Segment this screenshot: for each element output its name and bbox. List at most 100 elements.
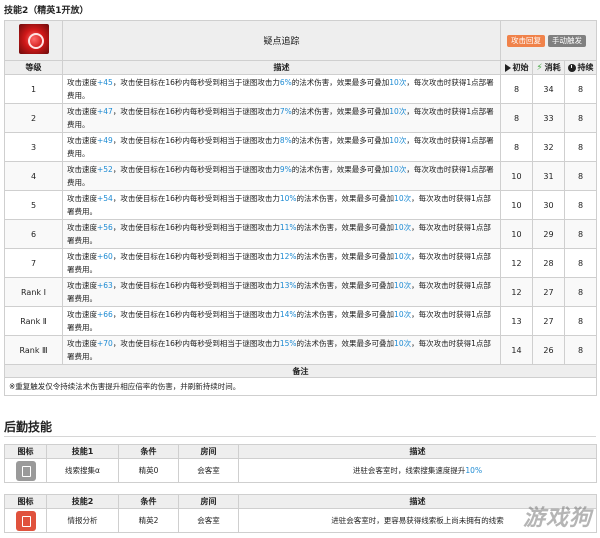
init-cell: 12: [500, 277, 533, 307]
note-header-row: 备注: [3, 364, 598, 378]
base-skill-table-1: 图标 技能1 条件 房间 描述 线索搜集α 精英0 会客室 进驻会客室时，线索搜…: [4, 444, 597, 483]
header-room: 房间: [178, 494, 239, 509]
init-cell: 8: [500, 103, 533, 133]
note-row: ※重复触发仅令持续法术伤害提升相应倍率的伤害，并刷新持续时间。: [3, 377, 598, 396]
intel-analysis-icon: [15, 510, 36, 531]
table-row: 4 攻击速度+52，攻击使目标在16秒内每秒受到相当于谜图攻击力9%的法术伤害，效…: [4, 161, 598, 191]
lightning-icon: ⚡: [536, 62, 543, 73]
table-row: Rank Ⅱ 攻击速度+66，攻击使目标在16秒内每秒受到相当于谜图攻击力14%的…: [4, 306, 598, 336]
skill-name: 疑点追踪: [62, 20, 501, 61]
crimson-seal-icon: [18, 24, 49, 54]
level-cell: 1: [4, 74, 63, 104]
header-desc: 描述: [238, 444, 597, 459]
header-cost: ⚡ 消耗: [532, 60, 565, 75]
table-row: 1 攻击速度+45，攻击使目标在16秒内每秒受到相当于谜图攻击力6%的法术伤害，效…: [4, 74, 598, 104]
header-skill: 技能1: [46, 444, 119, 459]
cost-cell: 32: [532, 132, 565, 162]
cost-cell: 33: [532, 103, 565, 133]
base-icon-cell: [4, 508, 47, 533]
init-cell: 10: [500, 161, 533, 191]
cost-cell: 31: [532, 161, 565, 191]
table-row: 线索搜集α 精英0 会客室 进驻会客室时，线索搜集速度提升10%: [4, 458, 597, 483]
header-icon: 图标: [4, 444, 47, 459]
base-skill-table-2: 图标 技能2 条件 房间 描述 情报分析 精英2 会客室 进驻会客室时，更容易获…: [4, 494, 597, 533]
table-row: 6 攻击速度+56，攻击使目标在16秒内每秒受到相当于谜图攻击力11%的法术伤害，…: [4, 219, 598, 249]
base-skill-cond: 精英2: [118, 508, 179, 533]
init-cell: 10: [500, 219, 533, 249]
note-text: ※重复触发仅令持续法术伤害提升相应倍率的伤害，并刷新持续时间。: [3, 377, 598, 396]
skill-badges: 攻击回复 手动触发: [499, 20, 598, 61]
base-skills-title: 后勤技能: [4, 420, 53, 434]
header-desc: 描述: [238, 494, 597, 509]
duration-cell: 8: [563, 103, 598, 133]
table-row: 2 攻击速度+47，攻击使目标在16秒内每秒受到相当于谜图攻击力7%的法术伤害，效…: [4, 103, 598, 133]
level-desc: 攻击速度+70，攻击使目标在16秒内每秒受到相当于谜图攻击力15%的法术伤害，效…: [62, 335, 501, 365]
skill-name-row: 疑点追踪 攻击回复 手动触发: [4, 20, 598, 61]
level-desc: 攻击速度+60，攻击使目标在16秒内每秒受到相当于谜图攻击力12%的法术伤害，效…: [62, 248, 501, 278]
cost-cell: 28: [532, 248, 565, 278]
level-cell: 2: [4, 103, 63, 133]
clue-search-icon: [15, 460, 36, 481]
duration-cell: 8: [563, 306, 598, 336]
level-cell: 5: [4, 190, 63, 220]
cost-cell: 29: [532, 219, 565, 249]
level-desc: 攻击速度+54，攻击使目标在16秒内每秒受到相当于谜图攻击力10%的法术伤害，效…: [62, 190, 501, 220]
header-cond: 条件: [118, 494, 179, 509]
skill-icon-cell: [4, 20, 63, 61]
level-cell: 7: [4, 248, 63, 278]
base-skill-room: 会客室: [178, 508, 239, 533]
level-desc: 攻击速度+47，攻击使目标在16秒内每秒受到相当于谜图攻击力7%的法术伤害，效果…: [62, 103, 501, 133]
clock-icon: [567, 63, 576, 72]
header-room: 房间: [178, 444, 239, 459]
header-skill: 技能2: [46, 494, 119, 509]
skill-table: 疑点追踪 攻击回复 手动触发 等级 描述 初始 ⚡ 消耗 持续 1 攻击速度+45，攻…: [3, 20, 598, 396]
duration-cell: 8: [563, 335, 598, 365]
header-init: 初始: [500, 60, 533, 75]
table-row: 5 攻击速度+54，攻击使目标在16秒内每秒受到相当于谜图攻击力10%的法术伤害，…: [4, 190, 598, 220]
level-cell: Rank Ⅱ: [4, 306, 63, 336]
init-cell: 14: [500, 335, 533, 365]
base-skill-name: 线索搜集α: [46, 458, 119, 483]
header-desc: 描述: [62, 60, 501, 75]
table-row: Rank Ⅰ 攻击速度+63，攻击使目标在16秒内每秒受到相当于谜图攻击力13%的…: [4, 277, 598, 307]
level-desc: 攻击速度+56，攻击使目标在16秒内每秒受到相当于谜图攻击力11%的法术伤害，效…: [62, 219, 501, 249]
level-desc: 攻击速度+52，攻击使目标在16秒内每秒受到相当于谜图攻击力9%的法术伤害，效果…: [62, 161, 501, 191]
base-icon-cell: [4, 458, 47, 483]
duration-cell: 8: [563, 248, 598, 278]
base-header-row: 图标 技能1 条件 房间 描述: [4, 444, 597, 459]
duration-cell: 8: [563, 161, 598, 191]
init-cell: 13: [500, 306, 533, 336]
cost-cell: 34: [532, 74, 565, 104]
header-icon: 图标: [4, 494, 47, 509]
init-cell: 12: [500, 248, 533, 278]
duration-cell: 8: [563, 74, 598, 104]
duration-cell: 8: [563, 219, 598, 249]
play-icon: [504, 63, 511, 72]
table-row: 3 攻击速度+49，攻击使目标在16秒内每秒受到相当于谜图攻击力8%的法术伤害，效…: [4, 132, 598, 162]
level-desc: 攻击速度+66，攻击使目标在16秒内每秒受到相当于谜图攻击力14%的法术伤害，效…: [62, 306, 501, 336]
level-cell: Rank Ⅰ: [4, 277, 63, 307]
init-cell: 8: [500, 132, 533, 162]
init-cell: 8: [500, 74, 533, 104]
init-cell: 10: [500, 190, 533, 220]
header-level: 等级: [4, 60, 63, 75]
level-cell: 4: [4, 161, 63, 191]
header-cond: 条件: [118, 444, 179, 459]
cost-cell: 27: [532, 306, 565, 336]
level-cell: 6: [4, 219, 63, 249]
cost-cell: 26: [532, 335, 565, 365]
level-cell: 3: [4, 132, 63, 162]
base-skill-desc: 进驻会客室时，线索搜集速度提升10%: [238, 458, 597, 483]
level-desc: 攻击速度+63，攻击使目标在16秒内每秒受到相当于谜图攻击力13%的法术伤害，效…: [62, 277, 501, 307]
divider: [4, 436, 596, 437]
cost-cell: 30: [532, 190, 565, 220]
level-desc: 攻击速度+49，攻击使目标在16秒内每秒受到相当于谜图攻击力8%的法术伤害，效果…: [62, 132, 501, 162]
table-row: 情报分析 精英2 会客室 进驻会客室时，更容易获得线索板上尚未拥有的线索: [4, 508, 597, 533]
note-header: 备注: [3, 364, 598, 378]
badge-attack-recovery: 攻击回复: [507, 34, 545, 47]
base-skill-name: 情报分析: [46, 508, 119, 533]
base-skill-cond: 精英0: [118, 458, 179, 483]
duration-cell: 8: [563, 190, 598, 220]
table-row: 7 攻击速度+60，攻击使目标在16秒内每秒受到相当于谜图攻击力12%的法术伤害，…: [4, 248, 598, 278]
base-skill-room: 会客室: [178, 458, 239, 483]
